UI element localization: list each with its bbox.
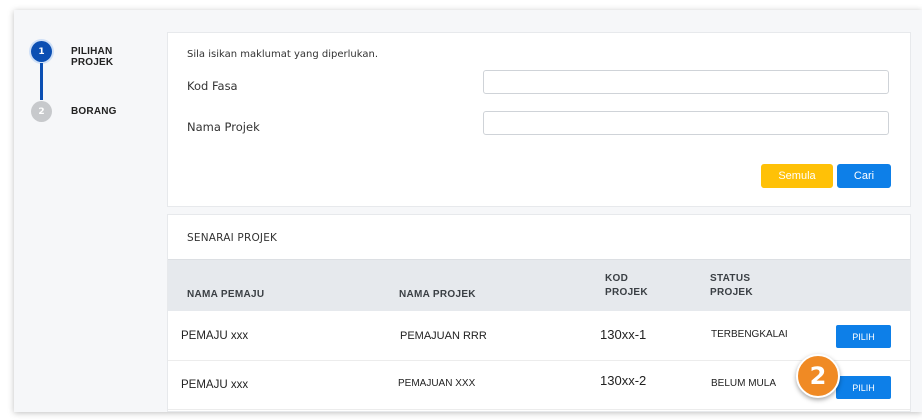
nama-projek-label: Nama Projek — [187, 120, 260, 134]
table-header: NAMA PEMAJU NAMA PROJEK KOD PROJEK STATU… — [168, 259, 910, 311]
header-nama-pemaju: NAMA PEMAJU — [187, 289, 265, 300]
search-button[interactable]: Cari — [837, 164, 891, 188]
kod-fasa-input[interactable] — [483, 70, 889, 94]
cell-pemaju: PEMAJU xxx — [181, 379, 249, 391]
step-2-label[interactable]: BORANG — [71, 106, 117, 117]
step-1-label[interactable]: PILIHAN PROJEK — [71, 46, 154, 68]
cell-kod: 130xx-2 — [600, 373, 647, 388]
kod-fasa-label: Kod Fasa — [187, 79, 238, 93]
step-connector — [40, 63, 43, 100]
cell-projek: PEMAJUAN RRR — [400, 330, 487, 342]
header-status-projek: STATUS PROJEK — [710, 273, 753, 298]
reset-button[interactable]: Semula — [761, 164, 833, 188]
header-nama-projek: NAMA PROJEK — [399, 289, 476, 300]
header-kod-projek: KOD PROJEK — [605, 273, 648, 298]
cell-pemaju: PEMAJU xxx — [181, 330, 249, 342]
table-row: PEMAJU xxx PEMAJUAN RRR 130xx-1 TERBENGK… — [168, 312, 910, 361]
pilih-button[interactable]: PILIH — [836, 376, 891, 399]
app-frame: 1 PILIHAN PROJEK 2 BORANG Sila isikan ma… — [14, 10, 922, 412]
cell-projek: PEMAJUAN XXX — [398, 378, 476, 389]
form-instruction: Sila isikan maklumat yang diperlukan. — [187, 49, 379, 60]
step-1-indicator: 1 — [31, 41, 52, 62]
stepper: 1 PILIHAN PROJEK 2 BORANG — [14, 10, 154, 412]
cell-kod: 130xx-1 — [600, 327, 647, 342]
search-form-card: Sila isikan maklumat yang diperlukan. Ko… — [167, 32, 911, 207]
pilih-button[interactable]: PILIH — [836, 325, 891, 348]
step-2-indicator: 2 — [31, 101, 52, 122]
project-list-title: SENARAI PROJEK — [187, 232, 278, 244]
step-marker-badge: 2 — [796, 354, 840, 398]
cell-status: BELUM MULA — [711, 378, 777, 389]
nama-projek-input[interactable] — [483, 111, 889, 135]
cell-status: TERBENGKALAI — [711, 329, 788, 340]
